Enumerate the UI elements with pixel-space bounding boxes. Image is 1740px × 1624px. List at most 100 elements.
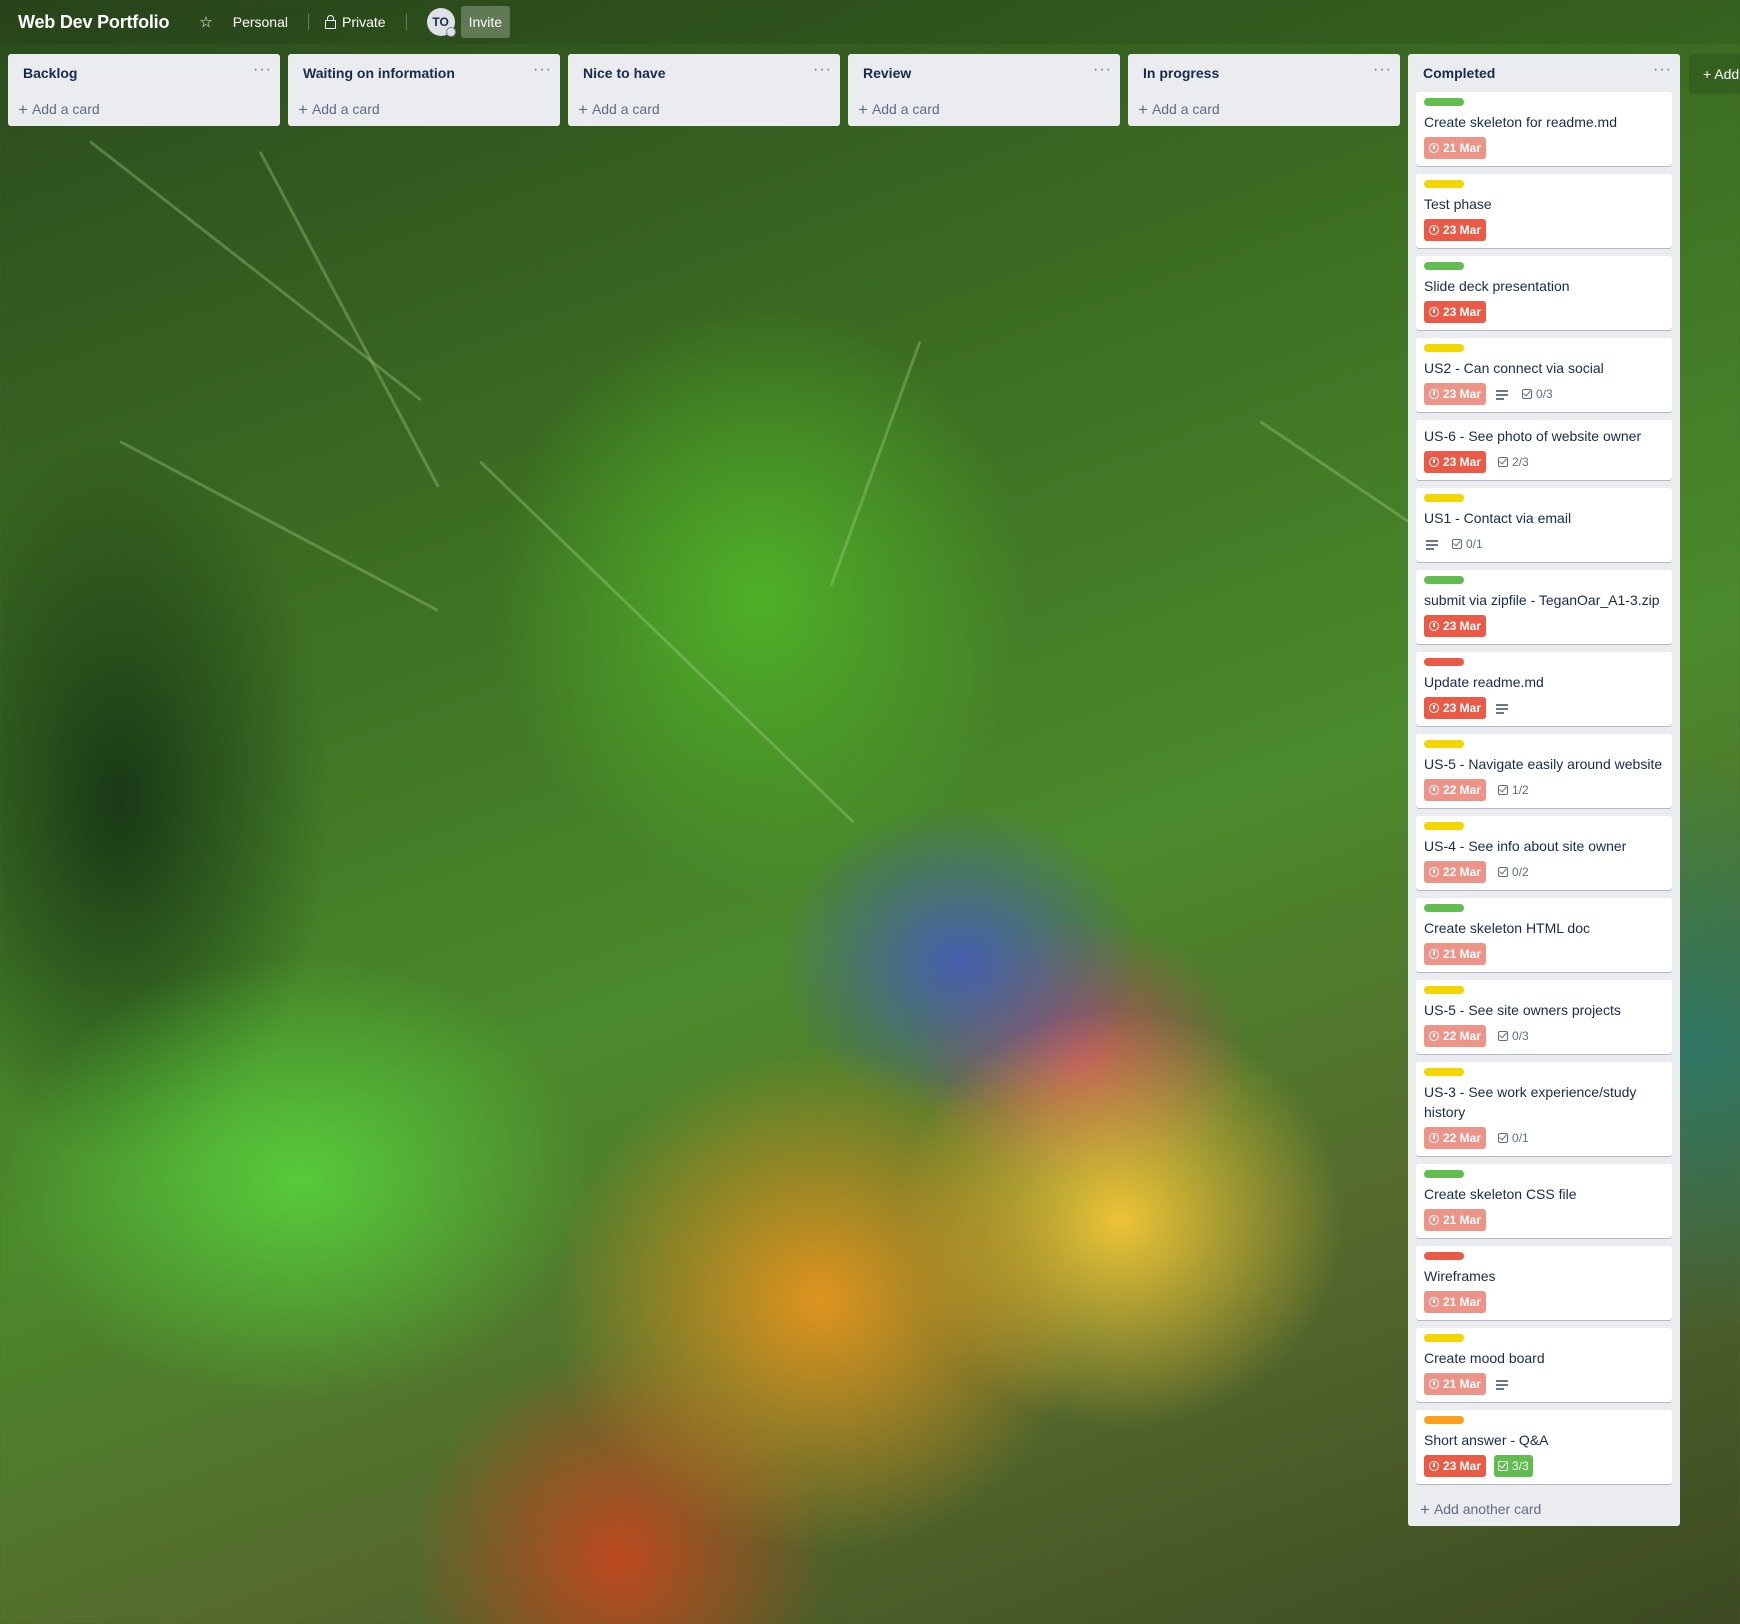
card[interactable]: Create skeleton for readme.md 21 Mar: [1416, 92, 1672, 166]
list-nice-to-have: Nice to have ··· + Add a card: [568, 54, 840, 126]
card[interactable]: submit via zipfile - TeganOar_A1-3.zip 23…: [1416, 570, 1672, 644]
card[interactable]: US-3 - See work experience/study history…: [1416, 1062, 1672, 1156]
invite-button[interactable]: Invite: [460, 6, 511, 38]
card-label-red[interactable]: [1424, 658, 1464, 666]
card-badges: 22 Mar 0/1: [1424, 1126, 1664, 1150]
plus-icon: +: [298, 99, 308, 119]
card-label-green[interactable]: [1424, 262, 1464, 270]
card-label-yellow[interactable]: [1424, 494, 1464, 502]
card[interactable]: US-6 - See photo of website owner 23 Mar 2…: [1416, 420, 1672, 480]
list-title[interactable]: Waiting on information: [303, 65, 455, 81]
due-date-badge[interactable]: 21 Mar: [1424, 1291, 1487, 1313]
card-label-yellow[interactable]: [1424, 180, 1464, 188]
card-label-orange[interactable]: [1424, 1416, 1464, 1424]
card-label-yellow[interactable]: [1424, 986, 1464, 994]
due-date-badge[interactable]: 22 Mar: [1424, 1127, 1487, 1149]
add-list-button[interactable]: + Add: [1689, 54, 1740, 94]
card[interactable]: Create mood board 21 Mar: [1416, 1328, 1672, 1402]
list-menu-icon[interactable]: ···: [1093, 62, 1112, 84]
list-title[interactable]: Completed: [1423, 65, 1495, 81]
add-card-button[interactable]: + Add a card: [848, 92, 1120, 126]
due-date-badge[interactable]: 21 Mar: [1424, 1209, 1487, 1231]
due-date-text: 21 Mar: [1443, 141, 1482, 155]
due-date-badge[interactable]: 23 Mar: [1424, 697, 1487, 719]
list-menu-icon[interactable]: ···: [533, 62, 552, 84]
background-grass-stroke: [258, 150, 440, 488]
star-button[interactable]: ☆: [191, 6, 220, 38]
card[interactable]: Create skeleton HTML doc 21 Mar: [1416, 898, 1672, 972]
due-date-badge[interactable]: 23 Mar: [1424, 451, 1487, 473]
list-header: Nice to have ···: [568, 54, 840, 92]
checklist-count: 0/3: [1536, 387, 1553, 401]
checklist-badge: 2/3: [1494, 451, 1533, 473]
due-date-badge[interactable]: 23 Mar: [1424, 383, 1487, 405]
due-date-text: 21 Mar: [1443, 1213, 1482, 1227]
due-date-badge[interactable]: 22 Mar: [1424, 779, 1487, 801]
card-label-yellow[interactable]: [1424, 740, 1464, 748]
clock-icon: [1429, 785, 1439, 795]
team-button[interactable]: Personal: [225, 6, 296, 38]
due-date-text: 23 Mar: [1443, 1459, 1482, 1473]
card-title: US1 - Contact via email: [1424, 510, 1572, 526]
add-card-button[interactable]: + Add a card: [8, 92, 280, 126]
add-card-button[interactable]: + Add a card: [1128, 92, 1400, 126]
due-date-badge[interactable]: 21 Mar: [1424, 1373, 1487, 1395]
list-title[interactable]: In progress: [1143, 65, 1219, 81]
due-date-badge[interactable]: 23 Mar: [1424, 1455, 1487, 1477]
list-menu-icon[interactable]: ···: [1373, 62, 1392, 84]
checklist-icon: [1498, 457, 1509, 467]
card-label-yellow[interactable]: [1424, 822, 1464, 830]
card-label-yellow[interactable]: [1424, 1068, 1464, 1076]
card-label-yellow[interactable]: [1424, 1334, 1464, 1342]
add-another-card-button[interactable]: + Add another card: [1408, 1492, 1680, 1526]
card[interactable]: Create skeleton CSS file 21 Mar: [1416, 1164, 1672, 1238]
clock-icon: [1429, 225, 1439, 235]
lock-icon: [325, 14, 336, 29]
card-label-green[interactable]: [1424, 98, 1464, 106]
due-date-text: 22 Mar: [1443, 783, 1482, 797]
list-title[interactable]: Review: [863, 65, 911, 81]
card[interactable]: US-5 - See site owners projects 22 Mar 0/3: [1416, 980, 1672, 1054]
list-review: Review ··· + Add a card: [848, 54, 1120, 126]
due-date-badge[interactable]: 22 Mar: [1424, 861, 1487, 883]
member-avatar[interactable]: TO: [426, 8, 456, 37]
card[interactable]: Test phase 23 Mar: [1416, 174, 1672, 248]
due-date-badge[interactable]: 21 Mar: [1424, 943, 1487, 965]
list-title[interactable]: Backlog: [23, 65, 77, 81]
clock-icon: [1429, 1461, 1439, 1471]
card-label-green[interactable]: [1424, 1170, 1464, 1178]
due-date-text: 21 Mar: [1443, 1295, 1482, 1309]
clock-icon: [1429, 389, 1439, 399]
due-date-badge[interactable]: 22 Mar: [1424, 1025, 1487, 1047]
visibility-label: Private: [342, 14, 386, 30]
due-date-badge[interactable]: 23 Mar: [1424, 615, 1487, 637]
card[interactable]: US2 - Can connect via social 23 Mar 0/3: [1416, 338, 1672, 412]
add-card-button[interactable]: + Add a card: [288, 92, 560, 126]
list-menu-icon[interactable]: ···: [1653, 62, 1672, 84]
list-menu-icon[interactable]: ···: [253, 62, 272, 84]
list-waiting-on-information: Waiting on information ··· + Add a card: [288, 54, 560, 126]
due-date-badge[interactable]: 23 Mar: [1424, 219, 1487, 241]
list-menu-icon[interactable]: ···: [813, 62, 832, 84]
card[interactable]: Short answer - Q&A 23 Mar 3/3: [1416, 1410, 1672, 1484]
description-icon: [1496, 1379, 1509, 1390]
card[interactable]: Update readme.md 23 Mar: [1416, 652, 1672, 726]
board-title[interactable]: Web Dev Portfolio: [18, 12, 169, 33]
list-title[interactable]: Nice to have: [583, 65, 665, 81]
visibility-button[interactable]: Private: [317, 6, 394, 38]
card[interactable]: US-4 - See info about site owner 22 Mar 0/…: [1416, 816, 1672, 890]
due-date-badge[interactable]: 23 Mar: [1424, 301, 1487, 323]
add-card-button[interactable]: + Add a card: [568, 92, 840, 126]
card[interactable]: US1 - Contact via email 0/1: [1416, 488, 1672, 562]
card[interactable]: US-5 - Navigate easily around website 22 …: [1416, 734, 1672, 808]
card-label-red[interactable]: [1424, 1252, 1464, 1260]
card[interactable]: Slide deck presentation 23 Mar: [1416, 256, 1672, 330]
clock-icon: [1429, 621, 1439, 631]
due-date-badge[interactable]: 21 Mar: [1424, 137, 1487, 159]
card-label-green[interactable]: [1424, 576, 1464, 584]
add-another-card-label: Add another card: [1433, 1501, 1542, 1517]
card[interactable]: Wireframes 21 Mar: [1416, 1246, 1672, 1320]
plus-icon: +: [578, 99, 588, 119]
card-label-yellow[interactable]: [1424, 344, 1464, 352]
card-label-green[interactable]: [1424, 904, 1464, 912]
